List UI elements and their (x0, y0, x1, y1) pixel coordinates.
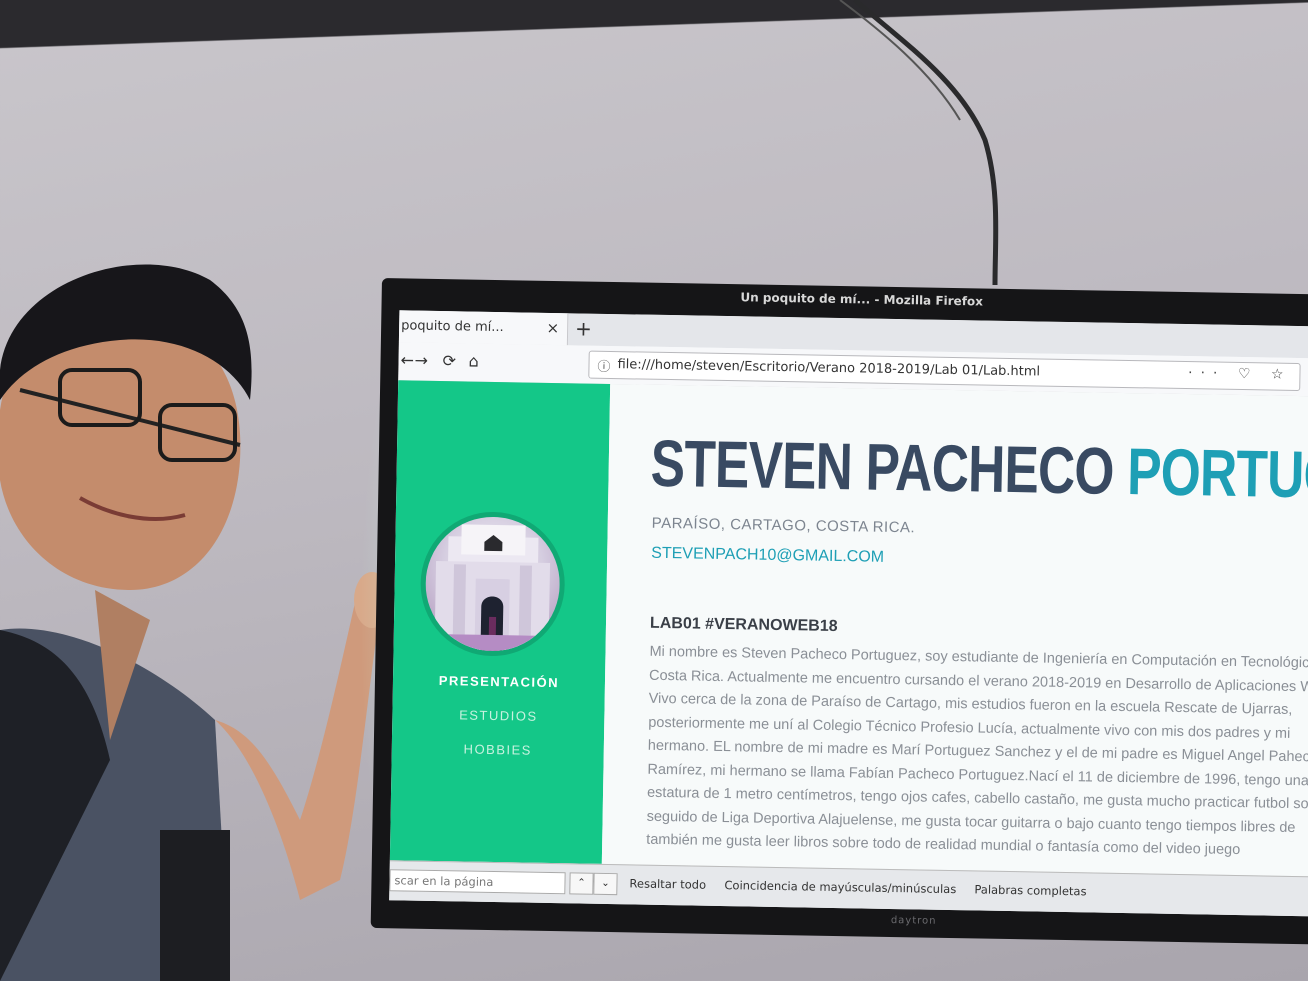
sidebar: PRESENTACIÓN ESTUDIOS HOBBIES (389, 380, 611, 864)
tab-title: poquito de mí... (401, 318, 504, 336)
home-icon[interactable]: ⌂ (468, 352, 478, 371)
info-icon[interactable]: ⓘ (597, 356, 610, 375)
avatar (419, 510, 566, 658)
find-previous-button[interactable]: ⌃ (569, 872, 594, 895)
name-last: PORTUGU (1126, 434, 1308, 513)
person-photo (0, 264, 390, 981)
reload-icon[interactable]: ⟳ (442, 351, 456, 370)
back-icon[interactable]: ← (400, 350, 414, 369)
tab-current[interactable]: poquito de mí... × (398, 310, 569, 346)
browser-window: poquito de mí... × + ← → ⟳ ⌂ ⓘ file:///h… (389, 310, 1308, 917)
sidebar-item-presentacion[interactable]: PRESENTACIÓN (393, 672, 605, 691)
url-text[interactable]: file:///home/steven/Escritorio/Verano 20… (617, 357, 1040, 379)
highlight-all-option[interactable]: Resaltar todo (629, 876, 706, 891)
sidebar-item-estudios[interactable]: ESTUDIOS (392, 706, 604, 725)
tv-monitor: Un poquito de mí... - Mozilla Firefox po… (370, 278, 1308, 945)
page-actions-icons[interactable]: ··· ♡ ☆ (1188, 365, 1292, 383)
bio-paragraph: Mi nombre es Steven Pacheco Portuguez, s… (646, 643, 1308, 859)
tv-brand-logo: daytron (890, 914, 937, 927)
whole-words-option[interactable]: Palabras completas (974, 882, 1086, 898)
new-tab-button[interactable]: + (575, 316, 592, 340)
match-case-option[interactable]: Coincidencia de mayúsculas/minúsculas (724, 878, 956, 896)
location-text: Paraíso, Cartago, Costa Rica. (651, 514, 916, 537)
close-icon[interactable]: × (546, 319, 559, 337)
find-next-button[interactable]: ⌄ (593, 872, 618, 896)
church-photo (424, 524, 559, 653)
forward-icon[interactable]: → (414, 351, 428, 370)
find-input[interactable]: scar en la página (389, 869, 566, 895)
page-title: STEVEN PACHECO PORTUGU (650, 425, 1308, 514)
name-first: STEVEN PACHECO (650, 425, 1115, 508)
main-content: STEVEN PACHECO PORTUGU Paraíso, Cartago,… (601, 383, 1308, 877)
section-title: LAB01 #VERANOWEB18 (649, 614, 838, 636)
email-link[interactable]: stevenpach10@gmail.com (651, 545, 884, 567)
sidebar-item-hobbies[interactable]: HOBBIES (392, 740, 604, 759)
